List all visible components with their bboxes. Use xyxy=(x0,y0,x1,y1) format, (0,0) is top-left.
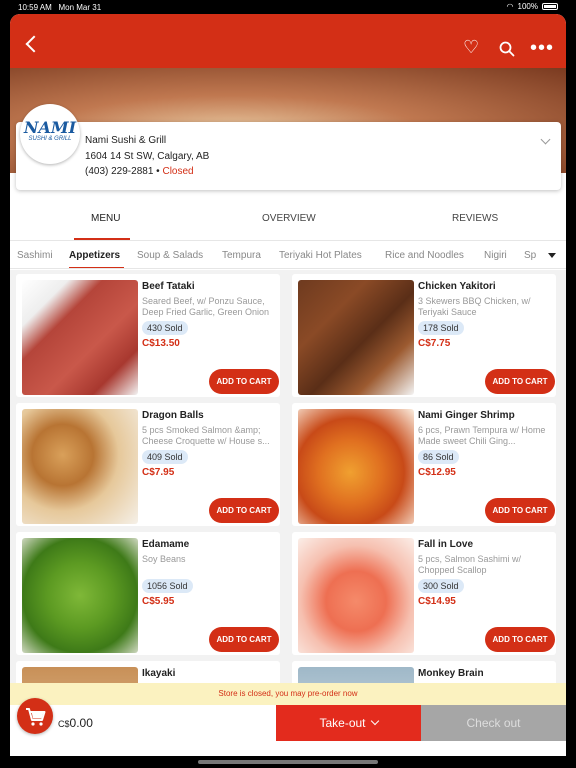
cart-button[interactable] xyxy=(17,698,53,734)
tab-bar: MENU OVERVIEW REVIEWS xyxy=(10,203,566,241)
order-type-label: Take-out xyxy=(319,716,366,730)
status-time: 10:59 AM Mon Mar 31 xyxy=(18,3,102,12)
cart-icon xyxy=(26,708,46,726)
status-bar: 10:59 AM Mon Mar 31 ◠ 100% xyxy=(0,0,576,14)
restaurant-address: 1604 14 St SW, Calgary, AB xyxy=(85,151,210,162)
category-rice-noodles[interactable]: Rice and Noodles xyxy=(385,250,464,261)
ginger-shrimp-photo xyxy=(298,409,414,524)
edamame-photo xyxy=(22,538,138,653)
item-name: Dragon Balls xyxy=(142,410,204,421)
category-soup-salads[interactable]: Soup & Salads xyxy=(137,250,203,261)
category-teriyaki[interactable]: Teriyaki Hot Plates xyxy=(279,250,362,261)
back-icon[interactable] xyxy=(25,35,43,53)
app-window: ♡ ••• NAMI SUSHI & GRILL Nami Sushi & Gr… xyxy=(10,14,566,756)
category-bar: Sashimi Appetizers Soup & Salads Tempura… xyxy=(10,242,566,269)
search-icon[interactable] xyxy=(499,41,515,57)
item-name: Fall in Love xyxy=(418,539,474,550)
item-description: Soy Beans xyxy=(142,554,186,564)
add-to-cart-button[interactable]: ADD TO CART xyxy=(209,627,279,652)
dragon-balls-photo xyxy=(22,409,138,524)
item-price: C$7.95 xyxy=(142,467,175,478)
sold-badge: 409 Sold xyxy=(142,450,188,464)
item-price: C$13.50 xyxy=(142,338,180,349)
category-appetizers[interactable]: Appetizers xyxy=(69,250,120,261)
item-price: C$7.75 xyxy=(418,338,451,349)
item-description: Seared Beef, w/ Ponzu Sauce, Deep Fried … xyxy=(142,296,270,317)
heart-icon[interactable]: ♡ xyxy=(463,38,479,56)
chicken-yakitori-photo xyxy=(298,280,414,395)
add-to-cart-button[interactable]: ADD TO CART xyxy=(209,369,279,394)
restaurant-logo: NAMI SUSHI & GRILL xyxy=(20,104,80,164)
sold-badge: 430 Sold xyxy=(142,321,188,335)
item-description: 6 pcs, Prawn Tempura w/ Home Made sweet … xyxy=(418,425,546,446)
tab-reviews[interactable]: REVIEWS xyxy=(452,213,498,224)
fall-in-love-photo xyxy=(298,538,414,653)
cart-total: C$0.00 xyxy=(58,716,93,730)
restaurant-name: Nami Sushi & Grill xyxy=(85,135,167,146)
tab-menu[interactable]: MENU xyxy=(91,213,120,224)
restaurant-phone: (403) 229-2881 xyxy=(85,166,154,177)
chevron-down-icon[interactable] xyxy=(540,134,551,145)
restaurant-phone-line: (403) 229-2881 • Closed xyxy=(85,166,194,177)
item-name: Nami Ginger Shrimp xyxy=(418,410,515,421)
add-to-cart-button[interactable]: ADD TO CART xyxy=(485,627,555,652)
more-icon[interactable]: ••• xyxy=(530,38,554,58)
tab-overview[interactable]: OVERVIEW xyxy=(262,213,316,224)
battery-label: 100% xyxy=(517,2,538,11)
separator: • xyxy=(156,166,160,177)
home-indicator xyxy=(198,760,378,764)
add-to-cart-button[interactable]: ADD TO CART xyxy=(485,498,555,523)
wifi-icon: ◠ xyxy=(506,2,514,11)
chevron-down-icon xyxy=(370,716,379,726)
item-description: 5 pcs Smoked Salmon &amp; Cheese Croquet… xyxy=(142,425,270,446)
item-price: C$12.95 xyxy=(418,467,456,478)
category-indicator xyxy=(69,267,124,268)
menu-item-chicken-yakitori[interactable]: Chicken Yakitori 3 Skewers BBQ Chicken, … xyxy=(292,274,556,397)
checkout-button[interactable]: Check out xyxy=(421,705,566,741)
item-name: Edamame xyxy=(142,539,190,550)
caret-down-icon[interactable] xyxy=(548,253,556,258)
add-to-cart-button[interactable]: ADD TO CART xyxy=(209,498,279,523)
cart-total-area: C$0.00 xyxy=(10,698,276,741)
item-name: Beef Tataki xyxy=(142,281,195,292)
item-name: Chicken Yakitori xyxy=(418,281,496,292)
menu-item-dragon-balls[interactable]: Dragon Balls 5 pcs Smoked Salmon &amp; C… xyxy=(16,403,280,526)
category-tempura[interactable]: Tempura xyxy=(222,250,261,261)
item-price: C$5.95 xyxy=(142,596,175,607)
category-sashimi[interactable]: Sashimi xyxy=(17,250,53,261)
menu-item-fall-in-love[interactable]: Fall in Love 5 pcs, Salmon Sashimi w/ Ch… xyxy=(292,532,556,655)
status-right: ◠ 100% xyxy=(507,2,558,11)
item-description: 3 Skewers BBQ Chicken, w/ Teriyaki Sauce xyxy=(418,296,531,317)
category-nigiri[interactable]: Nigiri xyxy=(484,250,507,261)
menu-item-beef-tataki[interactable]: Beef Tataki Seared Beef, w/ Ponzu Sauce,… xyxy=(16,274,280,397)
store-closed-notice: Store is closed, you may pre-order now xyxy=(10,683,566,705)
item-description: 5 pcs, Salmon Sashimi w/ Chopped Scallop xyxy=(418,554,522,575)
sold-badge: 300 Sold xyxy=(418,579,464,593)
category-sp[interactable]: Sp xyxy=(524,250,536,261)
top-bar: ♡ ••• xyxy=(10,14,566,68)
add-to-cart-button[interactable]: ADD TO CART xyxy=(485,369,555,394)
menu-item-nami-ginger-shrimp[interactable]: Nami Ginger Shrimp 6 pcs, Prawn Tempura … xyxy=(292,403,556,526)
restaurant-card[interactable]: NAMI SUSHI & GRILL Nami Sushi & Grill 16… xyxy=(16,104,561,190)
beef-tataki-photo xyxy=(22,280,138,395)
sold-badge: 1056 Sold xyxy=(142,579,193,593)
battery-icon xyxy=(542,3,558,10)
tab-indicator xyxy=(74,238,130,240)
item-name: Ikayaki xyxy=(142,668,176,679)
sold-badge: 86 Sold xyxy=(418,450,459,464)
order-type-dropdown[interactable]: Take-out xyxy=(276,705,421,741)
menu-item-edamame[interactable]: Edamame Soy Beans 1056 Sold C$5.95 ADD T… xyxy=(16,532,280,655)
status-closed: Closed xyxy=(162,166,194,177)
item-name: Monkey Brain xyxy=(418,668,484,679)
bottom-bar: C$0.00 Take-out Check out xyxy=(10,698,566,741)
sold-badge: 178 Sold xyxy=(418,321,464,335)
item-price: C$14.95 xyxy=(418,596,456,607)
menu-grid: Beef Tataki Seared Beef, w/ Ponzu Sauce,… xyxy=(10,270,566,690)
